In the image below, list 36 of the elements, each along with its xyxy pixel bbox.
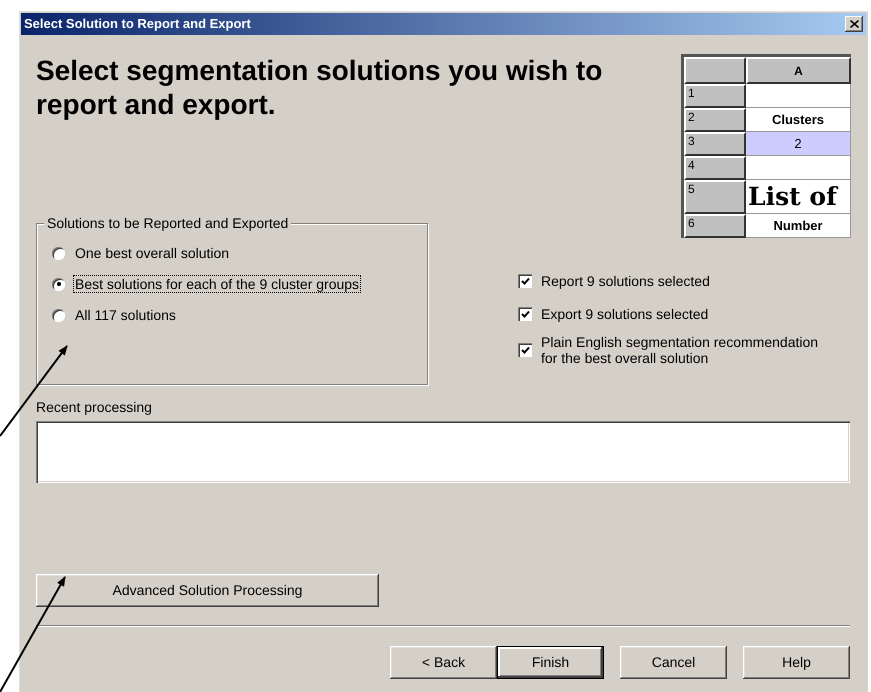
radio-label[interactable]: One best overall solution	[73, 244, 232, 262]
spreadsheet-cell[interactable]: Number	[746, 214, 851, 238]
radio-button[interactable]	[52, 246, 65, 260]
close-icon	[850, 20, 858, 28]
corner-header	[684, 57, 746, 84]
radio-button[interactable]	[52, 308, 65, 322]
row-header[interactable]: 1	[684, 84, 746, 108]
spreadsheet-cell[interactable]: 2	[746, 132, 851, 156]
radio-label[interactable]: Best solutions for each of the 9 cluster groups	[73, 275, 362, 293]
finish-button[interactable]: Finish	[497, 646, 604, 679]
help-button[interactable]: Help	[743, 646, 850, 679]
radio-button[interactable]	[52, 278, 65, 290]
column-header[interactable]: A	[746, 57, 851, 84]
row-header[interactable]: 5	[684, 180, 746, 214]
advanced-button[interactable]: Advanced Solution Processing	[36, 574, 379, 607]
group-title: Solutions to be Reported and Exported	[44, 215, 292, 231]
checkbox[interactable]	[518, 274, 532, 288]
checkbox[interactable]	[518, 343, 532, 357]
spreadsheet-cell[interactable]	[746, 156, 851, 180]
checkbox-label[interactable]: Report 9 solutions selected	[541, 273, 710, 289]
spreadsheet-cell[interactable]: List of	[746, 180, 851, 214]
radio-label[interactable]: All 117 solutions	[73, 306, 178, 324]
row-header[interactable]: 4	[684, 156, 746, 180]
processing-log-field[interactable]	[36, 421, 850, 483]
row-header[interactable]: 6	[684, 214, 746, 238]
row-header[interactable]: 3	[684, 132, 746, 156]
checkbox-label[interactable]: Export 9 solutions selected	[541, 306, 708, 322]
back-button[interactable]: < Back	[390, 646, 497, 679]
row-header[interactable]: 2	[684, 108, 746, 132]
checkbox[interactable]	[518, 307, 532, 321]
cancel-button[interactable]: Cancel	[620, 646, 727, 679]
close-button[interactable]	[845, 16, 863, 32]
spreadsheet-cell[interactable]	[746, 84, 851, 108]
checkbox-label[interactable]: Plain English segmentation recommendation for the best overall solution	[541, 334, 831, 366]
field-label: Recent processing	[36, 399, 153, 415]
window-title: Select Solution to Report and Export	[24, 15, 251, 34]
